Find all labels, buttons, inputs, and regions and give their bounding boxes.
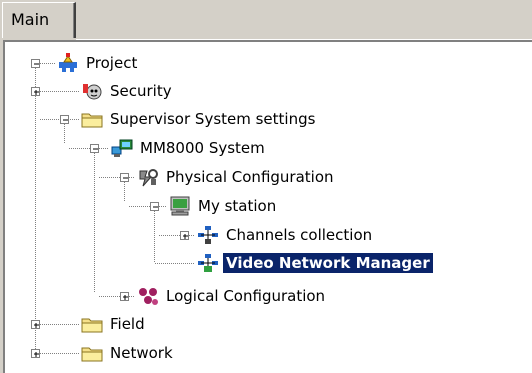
tree-panel: Project Security Supervisor System setti…: [0, 40, 532, 373]
tree-node-label: Project: [86, 54, 138, 72]
project-collapse-toggle[interactable]: [31, 59, 40, 68]
tab-main[interactable]: Main: [2, 2, 76, 38]
tree-node-security[interactable]: Security: [81, 80, 175, 102]
tree-node-label: Channels collection: [226, 226, 373, 244]
supervisor-collapse-toggle[interactable]: [60, 115, 69, 124]
field-expand-toggle[interactable]: [31, 320, 40, 329]
tree-node-label: Video Network Manager: [223, 253, 433, 273]
tree-node-logical-configuration[interactable]: Logical Configuration: [137, 285, 328, 307]
tree-node-mm8000[interactable]: MM8000 System: [111, 137, 268, 159]
tree-node-label: Supervisor System settings: [110, 110, 316, 128]
network-expand-toggle[interactable]: [31, 349, 40, 358]
logical-config-icon: [137, 286, 159, 306]
security-icon: [81, 81, 103, 101]
folder-icon: [81, 343, 103, 363]
system-computer-icon: [111, 138, 133, 158]
mm8000-collapse-toggle[interactable]: [90, 144, 99, 153]
logical-expand-toggle[interactable]: [120, 292, 129, 301]
monitor-icon: [169, 196, 191, 216]
tree-node-supervisor[interactable]: Supervisor System settings: [81, 108, 318, 130]
project-tree[interactable]: Project Security Supervisor System setti…: [3, 40, 532, 373]
project-icon: [57, 53, 79, 73]
tree-node-label: Network: [110, 344, 173, 362]
folder-icon: [81, 109, 103, 129]
tree-node-label: Field: [110, 315, 145, 333]
physical-collapse-toggle[interactable]: [120, 173, 129, 182]
tree-node-label: MM8000 System: [140, 139, 265, 157]
security-expand-toggle[interactable]: [31, 87, 40, 96]
tree-node-project[interactable]: Project: [57, 52, 140, 74]
tree-node-field[interactable]: Field: [81, 313, 148, 335]
tree-node-network[interactable]: Network: [81, 342, 176, 364]
tree-node-my-station[interactable]: My station: [169, 195, 279, 217]
channels-expand-toggle[interactable]: [180, 231, 189, 240]
tree-node-label: Physical Configuration: [166, 168, 334, 186]
mystation-collapse-toggle[interactable]: [150, 202, 159, 211]
tab-strip: Main: [0, 0, 532, 40]
tree-node-label: Security: [110, 82, 172, 100]
channels-network-icon: [197, 225, 219, 245]
tree-node-label: My station: [198, 197, 277, 215]
tree-node-label: Logical Configuration: [166, 287, 326, 305]
folder-icon: [81, 314, 103, 334]
tree-node-video-network-manager[interactable]: Video Network Manager: [197, 252, 433, 274]
tab-main-label: Main: [11, 10, 50, 29]
video-network-icon: [197, 253, 219, 273]
tree-node-channels-collection[interactable]: Channels collection: [197, 224, 375, 246]
tree-node-physical-configuration[interactable]: Physical Configuration: [137, 166, 337, 188]
physical-config-icon: [137, 167, 159, 187]
